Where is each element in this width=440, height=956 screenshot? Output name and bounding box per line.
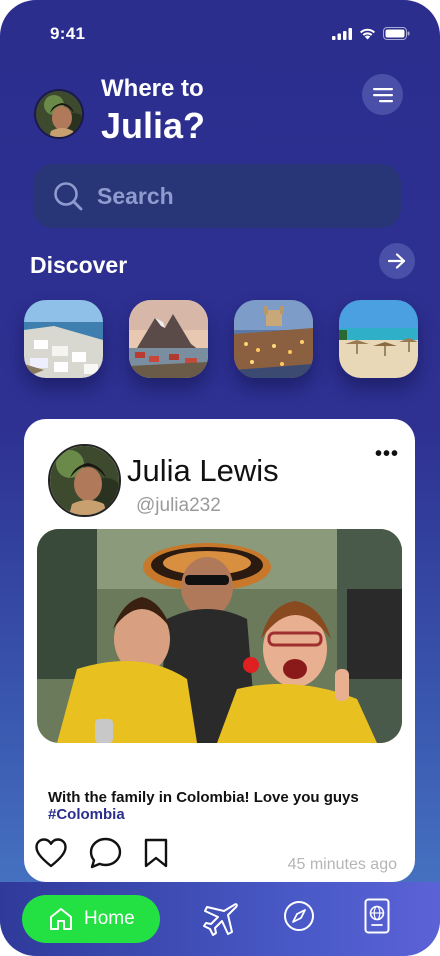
greeting: Where to Julia? <box>101 74 205 148</box>
arrow-right-icon <box>388 253 406 269</box>
post-actions <box>35 837 168 869</box>
discover-title: Discover <box>30 252 128 278</box>
compass-icon[interactable] <box>283 900 315 932</box>
bottom-nav: Home <box>0 882 440 956</box>
nav-home-label: Home <box>84 908 135 929</box>
more-options-button[interactable]: ••• <box>375 443 399 466</box>
plane-icon[interactable] <box>201 900 239 938</box>
post-caption-block: With the family in Colombia! Love you gu… <box>48 789 398 823</box>
heart-icon[interactable] <box>35 838 67 868</box>
search-bar[interactable]: Search <box>33 164 401 228</box>
post-author-handle[interactable]: @julia232 <box>136 495 221 517</box>
place-card-beach[interactable] <box>339 300 418 378</box>
post-hashtag[interactable]: #Colombia <box>48 806 125 823</box>
user-avatar[interactable] <box>34 89 84 139</box>
discover-see-all-button[interactable] <box>379 243 415 279</box>
menu-button[interactable] <box>362 74 403 115</box>
comment-icon[interactable] <box>89 837 122 869</box>
bookmark-icon[interactable] <box>144 838 168 868</box>
home-icon <box>50 908 72 930</box>
passport-icon[interactable] <box>364 898 390 934</box>
discover-places <box>24 300 418 378</box>
cellular-signal-icon <box>332 27 352 40</box>
greeting-username: Julia? <box>101 105 206 146</box>
status-time: 9:41 <box>50 24 86 43</box>
post-card: Julia Lewis @julia232 ••• With the famil… <box>24 419 415 882</box>
place-card-lofoten[interactable] <box>129 300 208 378</box>
post-caption: With the family in Colombia! Love you gu… <box>48 789 359 806</box>
search-input[interactable]: Search <box>97 183 174 210</box>
nav-home-button[interactable]: Home <box>22 895 160 943</box>
post-author-name[interactable]: Julia Lewis <box>127 453 279 489</box>
post-photo[interactable] <box>37 529 402 743</box>
status-icons <box>332 27 410 40</box>
wifi-icon <box>360 28 375 39</box>
search-icon <box>54 182 83 211</box>
battery-icon <box>383 27 410 40</box>
place-card-santorini[interactable] <box>24 300 103 378</box>
post-author-avatar[interactable] <box>48 444 121 517</box>
phone-screen: 9:41 Where to Julia? Search Discover Jul… <box>0 0 440 956</box>
post-timestamp: 45 minutes ago <box>287 856 397 873</box>
greeting-line1: Where to <box>101 75 204 102</box>
place-card-toledo[interactable] <box>234 300 313 378</box>
status-bar: 9:41 <box>0 0 440 60</box>
menu-icon <box>372 87 393 102</box>
